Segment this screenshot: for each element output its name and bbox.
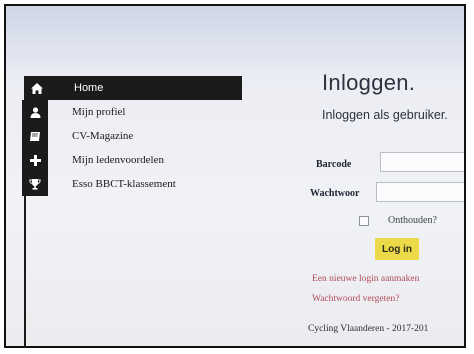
- sidebar-item-magazine[interactable]: CV-Magazine: [22, 124, 242, 148]
- book-icon: [22, 124, 48, 148]
- sidebar-item-profile[interactable]: Mijn profiel: [22, 100, 242, 124]
- sidebar-item-label: CV-Magazine: [72, 130, 134, 142]
- sidebar-item-label: Mijn ledenvoordelen: [72, 154, 164, 166]
- sidebar-item-label: Esso BBCT-klassement: [72, 178, 176, 190]
- plus-icon: [22, 148, 48, 172]
- screen: Home Mijn profiel CV-Magazine Mijn leden…: [6, 6, 464, 346]
- forgot-password-link[interactable]: Wachtwoord vergeten?: [312, 294, 399, 304]
- sidebar-item-label: Mijn profiel: [72, 106, 126, 118]
- new-login-link[interactable]: Een nieuwe login aanmaken: [312, 274, 419, 284]
- password-input[interactable]: [376, 182, 464, 202]
- password-label: Wachtwoor: [310, 188, 360, 199]
- login-button[interactable]: Log in: [375, 238, 419, 260]
- page-title: Inloggen.: [322, 70, 416, 95]
- barcode-label: Barcode: [316, 159, 352, 170]
- sidebar-item-ranking[interactable]: Esso BBCT-klassement: [22, 172, 242, 196]
- sidebar-item-home[interactable]: Home: [24, 76, 242, 100]
- photo-frame: Home Mijn profiel CV-Magazine Mijn leden…: [4, 4, 466, 348]
- user-icon: [22, 100, 48, 124]
- remember-label: Onthouden?: [388, 215, 437, 226]
- footer-text: Cycling Vlaanderen - 2017-201: [308, 324, 429, 334]
- trophy-icon: [22, 172, 48, 196]
- sidebar-item-benefits[interactable]: Mijn ledenvoordelen: [22, 148, 242, 172]
- sidebar: Home Mijn profiel CV-Magazine Mijn leden…: [22, 76, 242, 196]
- remember-checkbox[interactable]: [359, 216, 369, 226]
- home-icon: [24, 76, 50, 100]
- barcode-input[interactable]: [380, 152, 464, 172]
- sidebar-item-label: Home: [74, 82, 104, 94]
- screen-top-area: [6, 6, 464, 76]
- page-subtitle: Inloggen als gebruiker.: [322, 108, 448, 122]
